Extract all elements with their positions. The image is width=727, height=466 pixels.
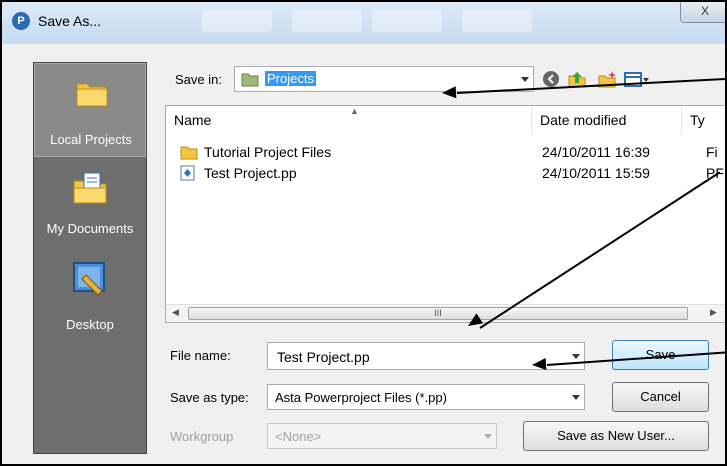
workgroup-value: <None> — [275, 429, 322, 444]
scroll-thumb[interactable]: III — [188, 307, 688, 320]
file-name-value: Test Project.pp — [277, 349, 370, 365]
chevron-down-icon — [572, 354, 580, 359]
column-header-date-modified[interactable]: Date modified — [532, 106, 682, 134]
chevron-down-icon — [484, 434, 492, 439]
sort-ascending-icon: ▲ — [350, 106, 359, 116]
save-in-value: Projects — [265, 71, 316, 86]
places-bar: Local Projects My Documents Desktop — [33, 62, 147, 454]
column-header-name[interactable]: Name — [166, 106, 532, 134]
title-bar: P Save As... X — [2, 2, 725, 44]
file-name-label: File name: — [170, 348, 231, 363]
annotation-arrowhead — [441, 86, 457, 99]
scroll-right-icon[interactable]: ▶ — [710, 307, 717, 318]
save-as-type-label: Save as type: — [170, 390, 249, 405]
app-logo-icon: P — [12, 12, 30, 30]
list-item[interactable]: Test Project.pp 24/10/2011 15:59 PF — [166, 163, 725, 183]
workgroup-label: Workgroup — [170, 429, 234, 444]
horizontal-scrollbar[interactable]: ◀ III ▶ — [166, 304, 725, 322]
place-local-projects[interactable]: Local Projects — [34, 63, 146, 157]
annotation-arrowhead — [531, 358, 547, 371]
view-menu-icon[interactable] — [624, 70, 650, 88]
place-desktop[interactable]: Desktop — [34, 253, 146, 343]
file-date: 24/10/2011 15:59 — [542, 165, 650, 181]
place-label: Desktop — [66, 317, 114, 332]
scroll-left-icon[interactable]: ◀ — [172, 307, 179, 318]
save-as-dialog: P Save As... X Local Projects My Documen… — [0, 0, 727, 466]
file-name: Test Project.pp — [204, 165, 297, 181]
save-as-type-dropdown[interactable]: Asta Powerproject Files (*.pp) — [267, 384, 585, 410]
chevron-down-icon — [572, 395, 580, 400]
cancel-button[interactable]: Cancel — [612, 382, 709, 412]
window-title: Save As... — [38, 13, 102, 29]
place-label: My Documents — [46, 221, 134, 236]
place-my-documents[interactable]: My Documents — [34, 159, 146, 245]
folder-icon — [180, 146, 198, 160]
close-button[interactable]: X — [680, 2, 725, 23]
documents-folder-icon — [73, 172, 107, 204]
save-in-dropdown[interactable]: Projects — [234, 66, 534, 92]
background-window-ghost — [202, 10, 272, 32]
column-header-type[interactable]: Ty — [682, 106, 725, 134]
project-file-icon — [180, 165, 195, 181]
workgroup-dropdown: <None> — [267, 423, 497, 449]
chevron-down-icon — [521, 77, 529, 82]
back-icon[interactable] — [542, 70, 560, 88]
background-window-ghost — [462, 10, 532, 32]
desktop-icon — [73, 262, 105, 296]
background-window-ghost — [292, 10, 362, 32]
folder-icon — [241, 73, 259, 87]
background-window-ghost — [372, 10, 442, 32]
place-label: Local Projects — [50, 132, 132, 147]
save-as-type-value: Asta Powerproject Files (*.pp) — [275, 390, 447, 405]
save-in-label: Save in: — [175, 72, 222, 87]
file-type: Fi — [706, 144, 718, 160]
file-date: 24/10/2011 16:39 — [542, 144, 650, 160]
save-as-new-user-button[interactable]: Save as New User... — [523, 421, 709, 451]
folder-icon — [76, 83, 108, 107]
file-name: Tutorial Project Files — [204, 144, 332, 160]
grip-icon: III — [434, 308, 442, 318]
file-list[interactable]: Name ▲ Date modified Ty Tutorial Project… — [165, 105, 725, 323]
list-item[interactable]: Tutorial Project Files 24/10/2011 16:39 … — [166, 142, 725, 162]
